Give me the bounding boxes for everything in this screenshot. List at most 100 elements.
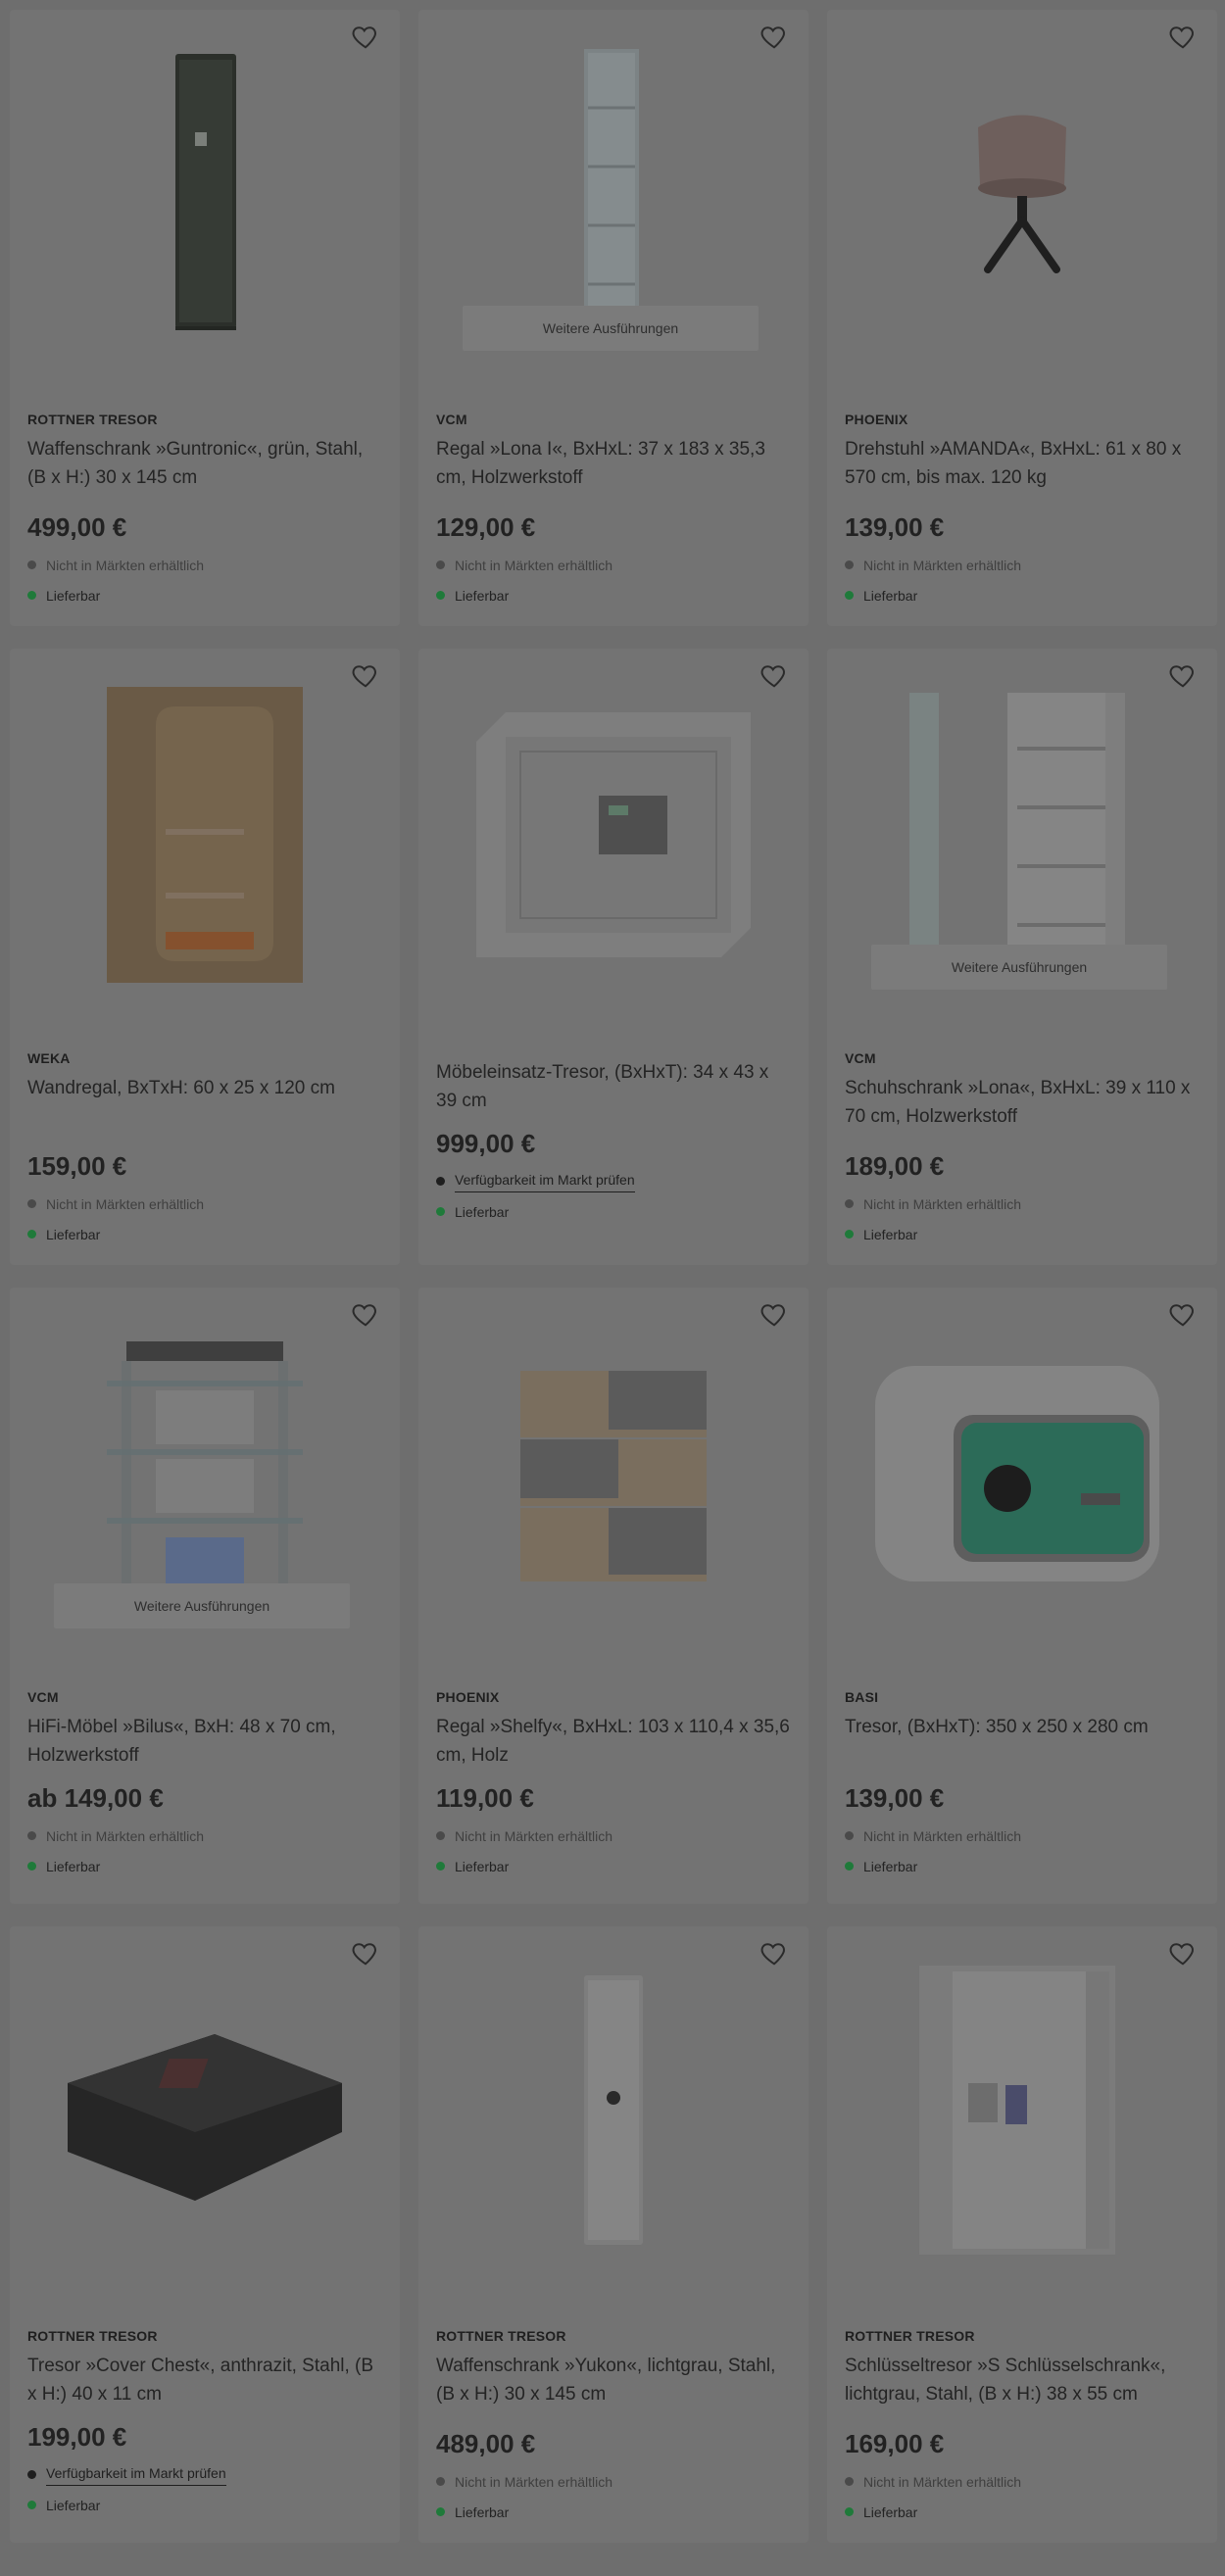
product-price: 189,00 € [845, 1151, 945, 1181]
product-card[interactable]: Weitere Ausführungen VCM Regal »Lona I«,… [418, 10, 808, 626]
product-title[interactable]: Tresor »Cover Chest«, anthrazit, Stahl, … [27, 2352, 382, 2408]
store-availability: Nicht in Märkten erhältlich [46, 557, 205, 573]
product-card[interactable]: PHOENIX Regal »Shelfy«, BxHxL: 103 x 110… [418, 1288, 808, 1904]
store-status-dot-icon [436, 2477, 445, 2486]
product-price: 139,00 € [845, 512, 945, 542]
delivery-status: Lieferbar [455, 2503, 510, 2520]
product-image[interactable] [827, 39, 1217, 353]
delivery-status-dot-icon [845, 1862, 854, 1871]
product-title[interactable]: HiFi-Möbel »Bilus«, BxH: 48 x 70 cm, Hol… [27, 1713, 382, 1770]
product-title[interactable]: Waffenschrank »Yukon«, lichtgrau, Stahl,… [436, 2352, 791, 2408]
product-title[interactable]: Wandregal, BxTxH: 60 x 25 x 120 cm [27, 1074, 382, 1131]
product-title[interactable]: Tresor, (BxHxT): 350 x 250 x 280 cm [845, 1713, 1200, 1770]
product-grid: ROTTNER TRESOR Waffenschrank »Guntronic«… [10, 10, 1217, 2543]
delivery-status: Lieferbar [455, 587, 510, 604]
product-card[interactable]: ROTTNER TRESOR Waffenschrank »Yukon«, li… [418, 1926, 808, 2543]
product-brand: BASI [845, 1689, 879, 1705]
product-card[interactable]: Weitere Ausführungen VCM HiFi-Möbel »Bil… [10, 1288, 400, 1904]
product-title[interactable]: Schlüsseltresor »S Schlüsselschrank«, li… [845, 2352, 1200, 2408]
delivery-status-dot-icon [27, 2501, 36, 2509]
product-price: 999,00 € [436, 1129, 536, 1158]
product-price: 489,00 € [436, 2429, 536, 2458]
product-image[interactable] [10, 678, 400, 992]
product-image[interactable] [10, 1956, 400, 2269]
product-image[interactable] [418, 1317, 808, 1630]
product-price: 119,00 € [436, 1783, 534, 1813]
check-store-availability-link[interactable]: Verfügbarkeit im Markt prüfen [46, 2463, 226, 2486]
product-image[interactable] [827, 1956, 1217, 2269]
store-status-dot-icon [436, 1177, 445, 1186]
product-title[interactable]: Möbeleinsatz-Tresor, (BxHxT): 34 x 43 x … [436, 1058, 791, 1115]
product-brand: PHOENIX [436, 1689, 500, 1705]
store-status-dot-icon [27, 560, 36, 569]
delivery-status-dot-icon [436, 1207, 445, 1216]
store-availability: Nicht in Märkten erhältlich [863, 2473, 1022, 2490]
product-price: 499,00 € [27, 512, 127, 542]
product-brand: ROTTNER TRESOR [436, 2328, 566, 2344]
product-image[interactable] [418, 1956, 808, 2269]
product-title[interactable]: Regal »Lona I«, BxHxL: 37 x 183 x 35,3 c… [436, 435, 791, 492]
delivery-status: Lieferbar [455, 1203, 510, 1220]
product-card[interactable]: Möbeleinsatz-Tresor, (BxHxT): 34 x 43 x … [418, 649, 808, 1265]
product-image[interactable] [827, 1317, 1217, 1630]
store-status-dot-icon [845, 1831, 854, 1840]
store-status-dot-icon [27, 1831, 36, 1840]
store-status-dot-icon [436, 560, 445, 569]
more-variants-button[interactable]: Weitere Ausführungen [54, 1583, 350, 1628]
product-brand: ROTTNER TRESOR [27, 412, 158, 427]
product-brand: WEKA [27, 1050, 71, 1066]
product-price: 159,00 € [27, 1151, 127, 1181]
product-card[interactable]: BASI Tresor, (BxHxT): 350 x 250 x 280 cm… [827, 1288, 1217, 1904]
product-title[interactable]: Regal »Shelfy«, BxHxL: 103 x 110,4 x 35,… [436, 1713, 791, 1770]
delivery-status: Lieferbar [46, 2497, 101, 2513]
store-availability: Nicht in Märkten erhältlich [863, 1827, 1022, 1844]
product-title[interactable]: Waffenschrank »Guntronic«, grün, Stahl, … [27, 435, 382, 492]
product-price: 199,00 € [27, 2422, 127, 2452]
product-title[interactable]: Schuhschrank »Lona«, BxHxL: 39 x 110 x 7… [845, 1074, 1200, 1131]
delivery-status-dot-icon [436, 591, 445, 600]
store-availability: Nicht in Märkten erhältlich [455, 1827, 613, 1844]
product-brand: VCM [845, 1050, 876, 1066]
store-status-dot-icon [845, 1199, 854, 1208]
store-status-dot-icon [845, 560, 854, 569]
product-brand: ROTTNER TRESOR [27, 2328, 158, 2344]
product-image[interactable] [418, 678, 808, 992]
delivery-status-dot-icon [845, 2507, 854, 2516]
product-card[interactable]: ROTTNER TRESOR Tresor »Cover Chest«, ant… [10, 1926, 400, 2543]
store-availability: Nicht in Märkten erhältlich [455, 557, 613, 573]
delivery-status: Lieferbar [863, 587, 918, 604]
more-variants-button[interactable]: Weitere Ausführungen [463, 306, 759, 351]
delivery-status: Lieferbar [46, 1226, 101, 1242]
product-title[interactable]: Drehstuhl »AMANDA«, BxHxL: 61 x 80 x 570… [845, 435, 1200, 492]
delivery-status-dot-icon [436, 2507, 445, 2516]
delivery-status: Lieferbar [46, 587, 101, 604]
more-variants-button[interactable]: Weitere Ausführungen [871, 945, 1167, 990]
delivery-status-dot-icon [27, 1862, 36, 1871]
delivery-status-dot-icon [845, 591, 854, 600]
store-availability: Nicht in Märkten erhältlich [46, 1195, 205, 1212]
store-availability: Nicht in Märkten erhältlich [46, 1827, 205, 1844]
delivery-status-dot-icon [27, 1230, 36, 1239]
product-brand: PHOENIX [845, 412, 908, 427]
store-availability: Nicht in Märkten erhältlich [863, 1195, 1022, 1212]
delivery-status: Lieferbar [863, 1226, 918, 1242]
product-card[interactable]: Weitere Ausführungen VCM Schuhschrank »L… [827, 649, 1217, 1265]
product-image[interactable] [10, 39, 400, 353]
delivery-status: Lieferbar [455, 1858, 510, 1874]
store-availability: Nicht in Märkten erhältlich [455, 2473, 613, 2490]
store-availability: Nicht in Märkten erhältlich [863, 557, 1022, 573]
store-status-dot-icon [436, 1831, 445, 1840]
delivery-status: Lieferbar [863, 1858, 918, 1874]
product-card[interactable]: ROTTNER TRESOR Waffenschrank »Guntronic«… [10, 10, 400, 626]
product-price: 169,00 € [845, 2429, 945, 2458]
delivery-status-dot-icon [845, 1230, 854, 1239]
product-brand: VCM [436, 412, 467, 427]
delivery-status-dot-icon [436, 1862, 445, 1871]
product-card[interactable]: PHOENIX Drehstuhl »AMANDA«, BxHxL: 61 x … [827, 10, 1217, 626]
product-price: ab 149,00 € [27, 1783, 164, 1813]
product-card[interactable]: WEKA Wandregal, BxTxH: 60 x 25 x 120 cm … [10, 649, 400, 1265]
store-status-dot-icon [845, 2477, 854, 2486]
check-store-availability-link[interactable]: Verfügbarkeit im Markt prüfen [455, 1170, 635, 1192]
product-card[interactable]: ROTTNER TRESOR Schlüsseltresor »S Schlüs… [827, 1926, 1217, 2543]
delivery-status: Lieferbar [863, 2503, 918, 2520]
